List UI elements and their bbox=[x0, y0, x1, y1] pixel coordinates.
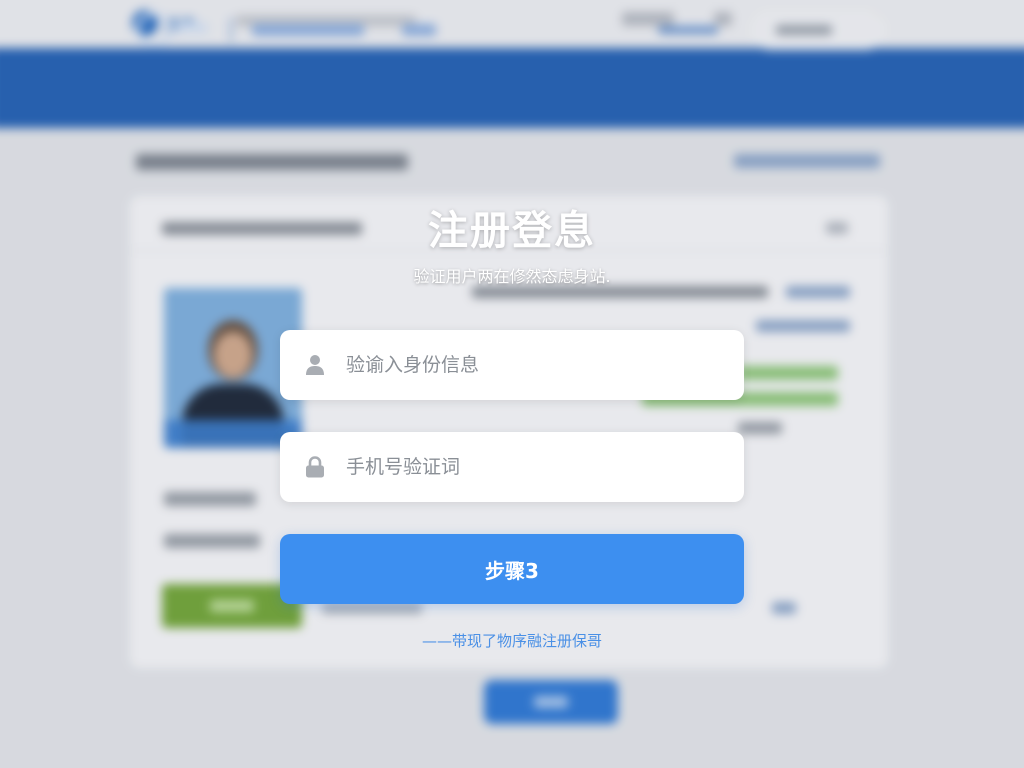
register-link[interactable]: ——带现了物序融注册保哥 bbox=[360, 630, 664, 651]
overlay-title: 注册登息 bbox=[428, 208, 596, 254]
phone-code-input[interactable] bbox=[346, 432, 726, 502]
lock-icon bbox=[305, 456, 325, 478]
step-3-button[interactable]: 步骤3 bbox=[280, 534, 744, 604]
identity-input[interactable] bbox=[346, 330, 726, 400]
user-icon bbox=[305, 354, 325, 376]
phone-code-field[interactable] bbox=[280, 432, 744, 502]
page: 开发 bbox=[0, 0, 1024, 768]
overlay-subtitle: 验证用户两在修然态虑身站. bbox=[413, 267, 611, 286]
registration-overlay: 注册登息 验证用户两在修然态虑身站. 步骤3 ——带现了物序融注册保哥 bbox=[0, 0, 1024, 768]
identity-field[interactable] bbox=[280, 330, 744, 400]
